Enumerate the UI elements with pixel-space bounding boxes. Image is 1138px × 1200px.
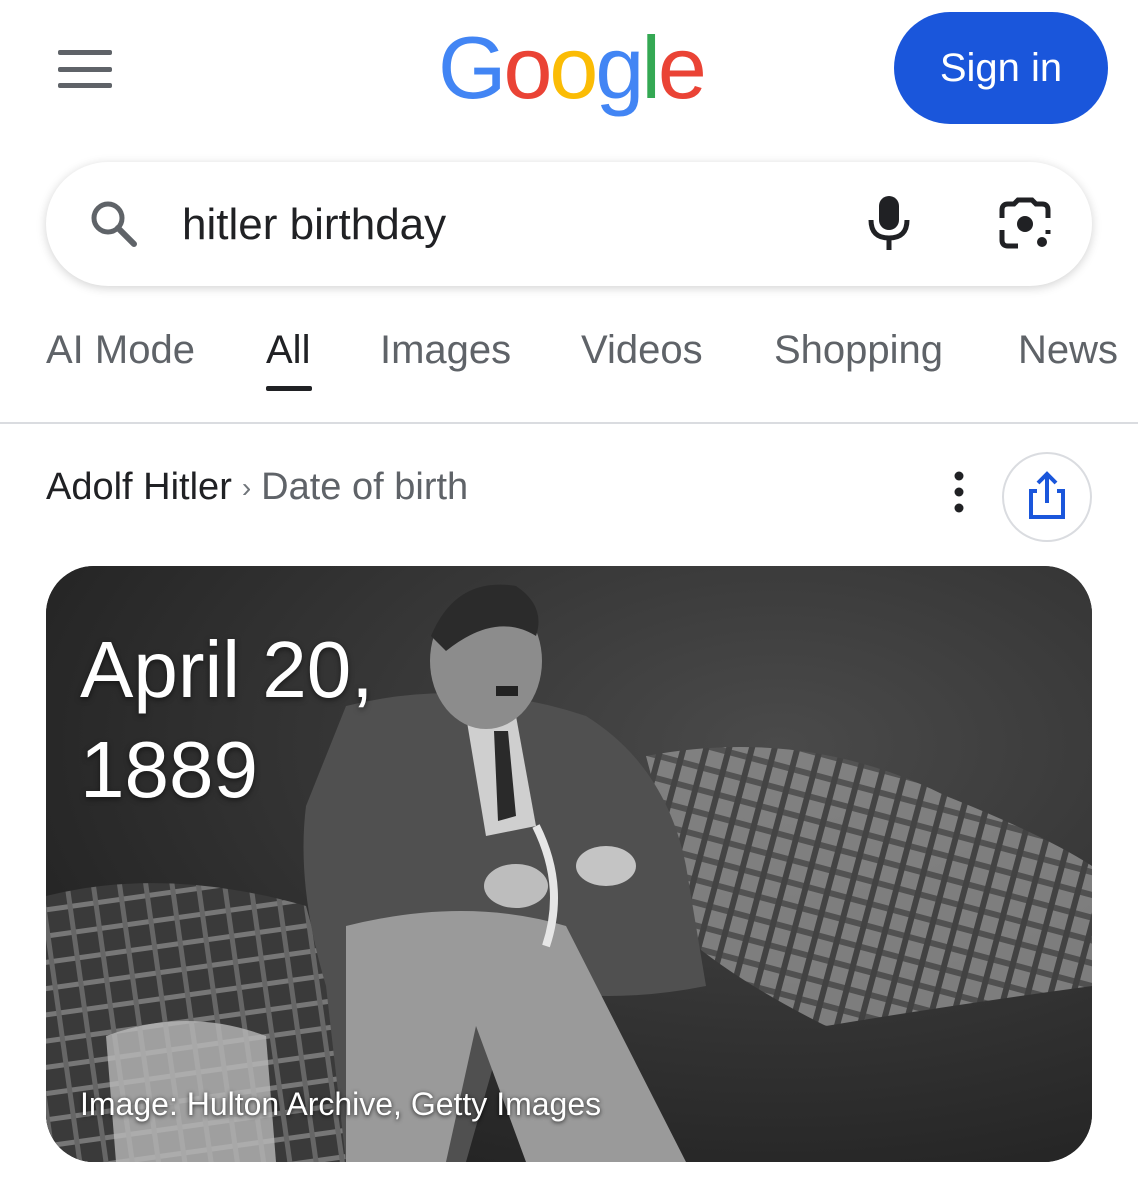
main-menu-button[interactable] [58, 50, 112, 88]
tab-shopping[interactable]: Shopping [774, 328, 943, 373]
share-icon [1029, 471, 1065, 519]
image-credit: Image: Hulton Archive, Getty Images [80, 1086, 602, 1122]
more-vertical-icon[interactable] [944, 470, 974, 514]
tab-all[interactable]: All [266, 328, 310, 373]
share-button[interactable] [1002, 452, 1092, 542]
tab-news[interactable]: News [1018, 328, 1118, 373]
active-tab-indicator [266, 386, 312, 391]
search-box[interactable] [46, 162, 1092, 286]
answer-date-line2: 1889 [80, 725, 258, 814]
google-lens-camera-icon[interactable] [996, 196, 1054, 254]
knowledge-breadcrumb: Adolf Hitler › Date of birth [46, 466, 468, 509]
microphone-icon[interactable] [864, 192, 914, 256]
google-logo[interactable]: Google [438, 18, 707, 118]
tab-images[interactable]: Images [380, 328, 511, 373]
top-bar: Google Sign in [0, 0, 1138, 140]
search-input[interactable] [182, 200, 822, 250]
tab-ai-mode[interactable]: AI Mode [46, 328, 195, 373]
tab-videos[interactable]: Videos [581, 328, 703, 373]
search-tabs: AI Mode All Images Videos Shopping News [0, 320, 1138, 424]
answer-date-line1: April 20, [80, 625, 374, 714]
breadcrumb-separator: › [241, 471, 252, 503]
attribute-label: Date of birth [261, 466, 469, 508]
entity-link[interactable]: Adolf Hitler [46, 466, 232, 509]
search-icon[interactable] [84, 194, 144, 254]
answer-photo-card[interactable]: April 20, 1889 Image: Hulton Archive, Ge… [46, 566, 1092, 1162]
answer-date: April 20, 1889 [80, 620, 500, 820]
sign-in-button[interactable]: Sign in [894, 12, 1108, 124]
hamburger-menu-icon [58, 50, 112, 55]
